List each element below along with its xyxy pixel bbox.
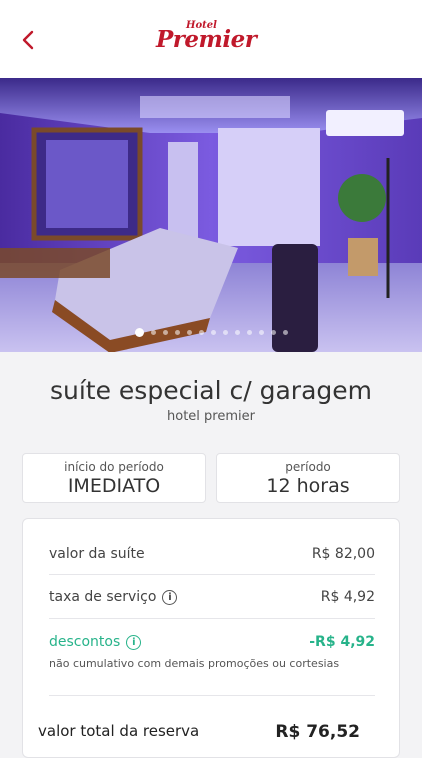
chevron-left-icon: [22, 30, 34, 50]
back-button[interactable]: [16, 26, 42, 54]
total-row: valor total da reserva R$ 76,52: [38, 722, 360, 742]
suite-value: R$ 82,00: [311, 546, 375, 562]
discount-label: descontos: [49, 634, 121, 650]
period-duration-box[interactable]: período 12 horas: [216, 453, 400, 503]
service-fee-value: R$ 4,92: [320, 589, 375, 605]
period-start-box[interactable]: início do período IMEDIATO: [22, 453, 206, 503]
logo-big-text: Premier: [156, 26, 257, 53]
pagination-dot[interactable]: [210, 329, 216, 335]
suite-value-row: valor da suíte R$ 82,00: [49, 546, 375, 562]
pagination-dot[interactable]: [198, 329, 204, 335]
app-header: Hotel Premier: [0, 0, 422, 78]
pagination-dot[interactable]: [258, 329, 264, 335]
hotel-premier-logo: Hotel Premier: [156, 20, 266, 60]
pagination-dot[interactable]: [234, 329, 240, 335]
period-duration-label: período: [285, 460, 331, 474]
pagination-dot[interactable]: [134, 327, 144, 337]
service-fee-row: taxa de serviço i R$ 4,92: [49, 589, 375, 605]
divider: [49, 695, 375, 696]
pagination-dot[interactable]: [270, 329, 276, 335]
discount-value: -R$ 4,92: [309, 634, 375, 650]
divider: [49, 574, 375, 575]
suite-value-label: valor da suíte: [49, 546, 145, 562]
info-icon[interactable]: i: [126, 635, 142, 650]
gallery-pagination: [0, 326, 422, 338]
discount-row: descontos i -R$ 4,92: [49, 634, 375, 650]
info-icon[interactable]: i: [162, 590, 178, 605]
period-start-label: início do período: [64, 460, 164, 474]
hotel-name: hotel premier: [167, 409, 255, 424]
period-start-value: IMEDIATO: [67, 475, 161, 497]
pagination-dot[interactable]: [162, 329, 168, 335]
suite-photo[interactable]: [0, 78, 422, 352]
service-fee-label: taxa de serviço: [49, 589, 157, 605]
pagination-dot[interactable]: [186, 329, 192, 335]
pagination-dot[interactable]: [222, 329, 228, 335]
pagination-dot[interactable]: [174, 329, 180, 335]
suite-photo-image: [0, 78, 422, 352]
total-label: valor total da reserva: [38, 722, 200, 740]
divider: [49, 618, 375, 619]
discount-note: não cumulativo com demais promoções ou c…: [49, 657, 340, 670]
total-value: R$ 76,52: [275, 722, 360, 742]
pagination-dot[interactable]: [246, 329, 252, 335]
period-duration-value: 12 horas: [266, 475, 350, 497]
pagination-dot[interactable]: [150, 329, 156, 335]
pagination-dot[interactable]: [282, 329, 288, 335]
suite-name: suíte especial c/ garagem: [49, 376, 372, 405]
